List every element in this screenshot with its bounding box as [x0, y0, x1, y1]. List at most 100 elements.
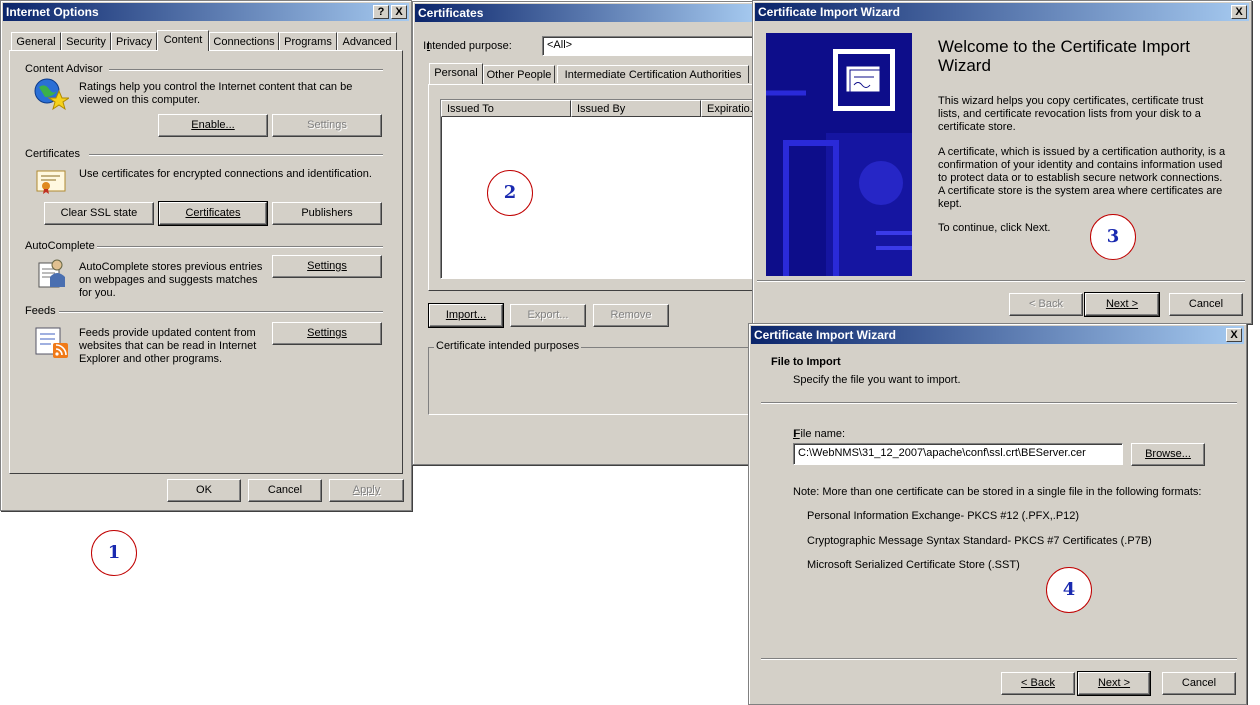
import-button[interactable]: Import... — [428, 303, 504, 328]
step-marker-1: 1 — [91, 530, 137, 576]
certificates-text: Use certificates for encrypted connectio… — [79, 168, 372, 180]
tab-connections[interactable]: Connections — [209, 32, 279, 50]
export-button[interactable]: Export... — [510, 304, 586, 327]
publishers-label: Publishers — [301, 207, 353, 219]
content-advisor-heading: Content Advisor — [25, 63, 103, 75]
file-name-label-text: File name: — [793, 428, 846, 440]
certificates-titlebar: Certificates — [415, 4, 756, 22]
back-button[interactable]: < Back — [1009, 293, 1083, 316]
tab-security[interactable]: Security — [61, 32, 111, 50]
wizard-welcome-divider — [757, 280, 1245, 282]
window-title: Internet Options — [6, 5, 99, 19]
wizard-welcome-heading: Welcome to the Certificate Import Wizard — [938, 37, 1190, 75]
wizard-welcome-para1: This wizard helps you copy certificates,… — [938, 95, 1204, 133]
certificates-button[interactable]: Certificates — [158, 201, 268, 226]
export-label: Export... — [527, 309, 569, 321]
tab-advanced[interactable]: Advanced — [337, 32, 397, 50]
file-name-input[interactable]: C:\WebNMS\31_12_2007\apache\conf\ssl.crt… — [793, 443, 1123, 465]
wizard-welcome-titlebar: Certificate Import Wizard X — [755, 3, 1249, 21]
back-label: < Back — [1029, 298, 1063, 310]
clear-ssl-label: Clear SSL state — [60, 207, 138, 219]
internet-options-window: Internet Options ? X General Security Pr… — [0, 0, 412, 511]
ok-label: OK — [196, 484, 212, 496]
next-label: Next > — [1097, 677, 1131, 689]
wizard-welcome-para2: A certificate, which is issued by a cert… — [938, 146, 1226, 210]
content-advisor-divider — [109, 69, 383, 71]
intended-purpose-select[interactable]: <All> — [542, 36, 758, 56]
cancel-label: Cancel — [1181, 677, 1217, 689]
import-label: Import... — [445, 309, 487, 321]
column-issued-by[interactable]: Issued By — [571, 100, 701, 117]
intended-purpose-value: <All> — [547, 39, 573, 51]
clear-ssl-state-button[interactable]: Clear SSL state — [44, 202, 154, 225]
close-button[interactable]: X — [391, 5, 407, 19]
certificates-divider — [89, 154, 383, 156]
step-marker-4: 4 — [1046, 567, 1092, 613]
remove-label: Remove — [610, 309, 652, 321]
cancel-button[interactable]: Cancel — [1162, 672, 1236, 695]
formats-note: Note: More than one certificate can be s… — [793, 486, 1202, 498]
wizard-file-titlebar: Certificate Import Wizard X — [751, 326, 1244, 344]
next-label: Next > — [1105, 298, 1139, 310]
format-sst: Microsoft Serialized Certificate Store (… — [807, 559, 1020, 571]
intended-purpose-text: Intended purpose: — [423, 40, 512, 52]
globe-star-icon — [33, 77, 71, 111]
tab-content[interactable]: Content — [157, 30, 209, 51]
cancel-label: Cancel — [1188, 298, 1224, 310]
help-button[interactable]: ? — [373, 5, 389, 19]
publishers-button[interactable]: Publishers — [272, 202, 382, 225]
back-button[interactable]: < Back — [1001, 672, 1075, 695]
wizard-welcome-para3: To continue, click Next. — [938, 222, 1051, 234]
wizard-file-top-divider — [761, 402, 1237, 404]
file-to-import-subheading: Specify the file you want to import. — [793, 374, 961, 386]
autocomplete-heading: AutoComplete — [25, 240, 95, 252]
enable-button-label: Enable... — [191, 119, 235, 131]
browse-button[interactable]: Browse... — [1131, 443, 1205, 466]
apply-button[interactable]: Apply — [329, 479, 404, 502]
next-button[interactable]: Next > — [1077, 671, 1151, 696]
tab-personal[interactable]: Personal — [429, 63, 483, 84]
tab-programs[interactable]: Programs — [279, 32, 337, 50]
format-pfx: Personal Information Exchange- PKCS #12 … — [807, 510, 1080, 522]
autocomplete-icon — [37, 257, 67, 289]
step-marker-2: 2 — [487, 170, 533, 216]
tab-privacy[interactable]: Privacy — [111, 32, 157, 50]
feeds-divider — [59, 311, 383, 313]
import-wizard-file-window: Certificate Import Wizard X File to Impo… — [748, 323, 1247, 705]
file-to-import-heading: File to Import — [771, 356, 841, 368]
purposes-group — [428, 347, 769, 415]
internet-options-titlebar: Internet Options ? X — [3, 3, 409, 21]
autocomplete-settings-button[interactable]: Settings — [272, 255, 382, 278]
file-name-value: C:\WebNMS\31_12_2007\apache\conf\ssl.crt… — [798, 447, 1086, 459]
cancel-label: Cancel — [267, 484, 303, 496]
close-button[interactable]: X — [1231, 5, 1247, 19]
window-title: Certificate Import Wizard — [754, 328, 896, 342]
tab-other-people[interactable]: Other People — [483, 65, 555, 83]
close-button[interactable]: X — [1226, 328, 1242, 342]
remove-button[interactable]: Remove — [593, 304, 669, 327]
import-wizard-welcome-window: Certificate Import Wizard X Welcome to t… — [752, 0, 1252, 324]
next-button[interactable]: Next > — [1084, 292, 1160, 317]
content-advisor-settings-label: Settings — [307, 119, 347, 131]
column-issued-to[interactable]: Issued To — [441, 100, 571, 117]
content-advisor-settings-button[interactable]: Settings — [272, 114, 382, 137]
tab-general[interactable]: General — [11, 32, 61, 50]
intended-purpose-label: IIntended purpose: — [423, 40, 512, 52]
certificate-icon — [36, 169, 66, 195]
window-title: Certificate Import Wizard — [758, 5, 900, 19]
tab-intermediate-ca[interactable]: Intermediate Certification Authorities — [557, 65, 749, 83]
format-p7b: Cryptographic Message Syntax Standard- P… — [807, 535, 1152, 547]
feeds-settings-label: Settings — [307, 327, 347, 339]
back-label: < Back — [1021, 677, 1055, 689]
feeds-icon — [35, 327, 69, 359]
window-title: Certificates — [418, 6, 484, 20]
enable-button[interactable]: Enable... — [158, 114, 268, 137]
feeds-settings-button[interactable]: Settings — [272, 322, 382, 345]
step-marker-3: 3 — [1090, 214, 1136, 260]
ok-button[interactable]: OK — [167, 479, 241, 502]
feeds-text: Feeds provide updated content from websi… — [79, 327, 257, 365]
cancel-button[interactable]: Cancel — [248, 479, 322, 502]
certificates-heading: Certificates — [25, 148, 81, 160]
cancel-button[interactable]: Cancel — [1169, 293, 1243, 316]
certificates-button-label: Certificates — [185, 207, 241, 219]
